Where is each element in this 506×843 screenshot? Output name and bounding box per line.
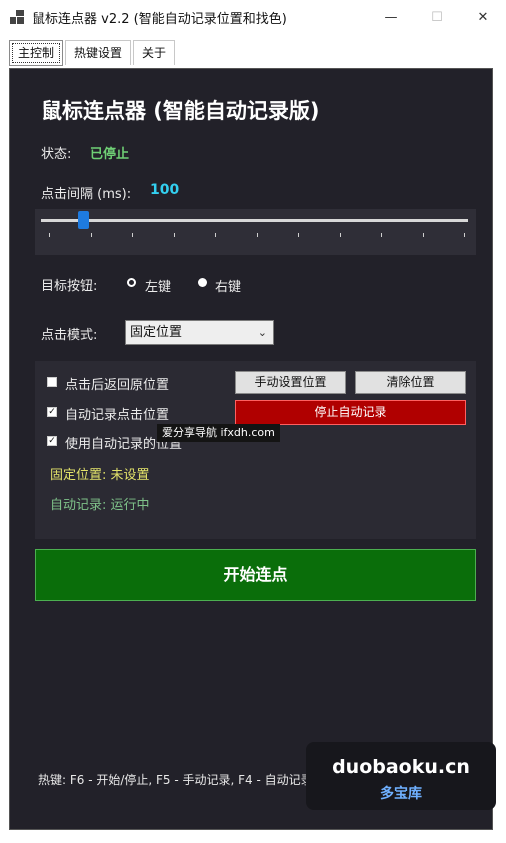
auto-record-label[interactable]: 自动记录点击位置	[65, 404, 169, 423]
auto-record-checkbox[interactable]: ✓	[47, 407, 57, 417]
return-after-click-label[interactable]: 点击后返回原位置	[65, 374, 169, 393]
hotkeys-hint: 热键: F6 - 开始/停止, F5 - 手动记录, F4 - 自动记录	[38, 773, 313, 787]
interval-label: 点击间隔 (ms):	[41, 187, 132, 202]
slider-thumb[interactable]	[78, 211, 89, 229]
interval-slider[interactable]	[35, 209, 476, 255]
slider-tick	[423, 233, 424, 237]
slider-tick	[174, 233, 175, 237]
chevron-down-icon: ⌄	[257, 326, 267, 339]
clear-position-button[interactable]: 清除位置	[355, 371, 466, 394]
tab-strip: 主控制 热键设置 关于	[9, 40, 177, 66]
slider-tick	[49, 233, 50, 237]
slider-tick	[298, 233, 299, 237]
tab-main-control[interactable]: 主控制	[9, 40, 64, 66]
target-button-label: 目标按钮:	[41, 279, 98, 294]
manual-set-position-button[interactable]: 手动设置位置	[235, 371, 346, 394]
click-mode-value: 固定位置	[130, 325, 183, 340]
slider-tick	[340, 233, 341, 237]
right-button-radio[interactable]	[198, 278, 207, 287]
watermark-sub-text: 多宝库	[380, 786, 422, 802]
click-mode-select[interactable]: 固定位置 ⌄	[125, 320, 274, 345]
right-button-radio-label[interactable]: 右键	[215, 276, 241, 295]
slider-tick	[132, 233, 133, 237]
slider-tick	[215, 233, 216, 237]
window-title: 鼠标连点器 v2.2 (智能自动记录位置和找色)	[32, 12, 287, 27]
left-button-radio[interactable]	[127, 278, 136, 287]
auto-record-status: 自动记录: 运行中	[50, 498, 150, 513]
fixed-position-status: 固定位置: 未设置	[50, 468, 150, 483]
click-mode-label: 点击模式:	[41, 328, 98, 343]
stop-auto-record-button[interactable]: 停止自动记录	[235, 400, 466, 425]
slider-track[interactable]	[41, 219, 468, 222]
watermark-badge: duobaoku.cn 多宝库	[306, 742, 496, 810]
app-icon	[10, 10, 24, 24]
left-button-radio-label[interactable]: 左键	[145, 276, 171, 295]
page-heading: 鼠标连点器 (智能自动记录版)	[41, 99, 320, 123]
start-clicking-button[interactable]: 开始连点	[35, 549, 476, 601]
watermark-main-text: duobaoku.cn	[332, 756, 470, 778]
main-panel: 鼠标连点器 (智能自动记录版) 状态: 已停止 点击间隔 (ms): 100 目…	[9, 68, 493, 830]
status-label: 状态:	[41, 147, 72, 162]
status-value: 已停止	[90, 147, 130, 162]
slider-tick	[91, 233, 92, 237]
slider-tick	[257, 233, 258, 237]
tooltip: 爱分享导航 ifxdh.com	[157, 424, 280, 442]
interval-value: 100	[150, 182, 180, 198]
close-button[interactable]: ✕	[460, 0, 506, 34]
return-after-click-checkbox[interactable]	[47, 377, 57, 387]
tab-hotkey-settings[interactable]: 热键设置	[65, 40, 132, 65]
slider-tick	[381, 233, 382, 237]
slider-tick	[464, 233, 465, 237]
minimize-button[interactable]: —	[368, 0, 414, 34]
tab-about[interactable]: 关于	[133, 40, 176, 65]
title-bar: 鼠标连点器 v2.2 (智能自动记录位置和找色) — ☐ ✕	[0, 0, 506, 34]
maximize-button[interactable]: ☐	[414, 0, 460, 34]
use-recorded-position-checkbox[interactable]: ✓	[47, 436, 57, 446]
